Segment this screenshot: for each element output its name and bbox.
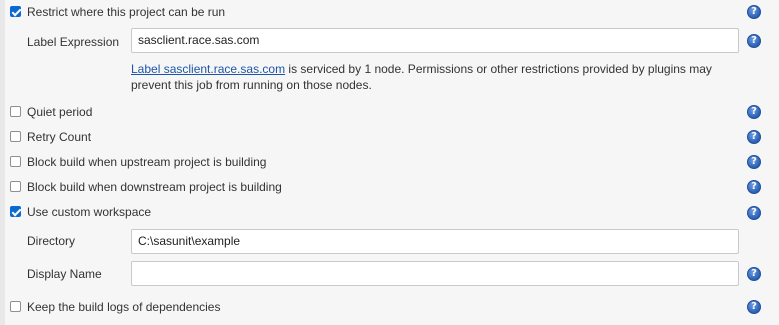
restrict-label[interactable]: Restrict where this project can be run — [27, 5, 225, 19]
help-icon[interactable]: ? — [747, 180, 761, 194]
help-icon[interactable]: ? — [747, 5, 761, 19]
restrict-checkbox[interactable] — [10, 6, 21, 17]
help-icon[interactable]: ? — [747, 105, 761, 119]
help-icon[interactable]: ? — [747, 130, 761, 144]
custom-workspace-checkbox[interactable] — [10, 206, 21, 217]
block-downstream-label[interactable]: Block build when downstream project is b… — [27, 180, 282, 194]
label-info-link[interactable]: Label sasclient.race.sas.com — [131, 62, 285, 76]
label-expression-info: Label sasclient.race.sas.com is serviced… — [131, 61, 741, 93]
left-rail — [0, 0, 5, 325]
help-icon[interactable]: ? — [747, 155, 761, 169]
block-upstream-checkbox[interactable] — [10, 156, 21, 167]
retry-count-checkbox[interactable] — [10, 131, 21, 142]
help-icon[interactable]: ? — [747, 206, 761, 220]
keep-logs-checkbox[interactable] — [10, 301, 21, 312]
directory-label: Directory — [27, 234, 76, 248]
help-icon[interactable]: ? — [747, 34, 761, 48]
help-icon[interactable]: ? — [747, 300, 761, 314]
retry-count-label[interactable]: Retry Count — [27, 130, 91, 144]
block-upstream-label[interactable]: Block build when upstream project is bui… — [27, 155, 266, 169]
label-expression-input[interactable]: sasclient.race.sas.com — [131, 28, 739, 53]
display-name-label: Display Name — [27, 267, 102, 281]
block-downstream-checkbox[interactable] — [10, 181, 21, 192]
quiet-period-checkbox[interactable] — [10, 106, 21, 117]
help-icon[interactable]: ? — [747, 267, 761, 281]
custom-workspace-label[interactable]: Use custom workspace — [27, 205, 151, 219]
quiet-period-label[interactable]: Quiet period — [27, 105, 92, 119]
label-expression-label: Label Expression — [27, 35, 120, 49]
display-name-input[interactable] — [131, 261, 739, 286]
keep-logs-label[interactable]: Keep the build logs of dependencies — [27, 300, 220, 314]
directory-input[interactable]: C:\sasunit\example — [131, 229, 739, 254]
